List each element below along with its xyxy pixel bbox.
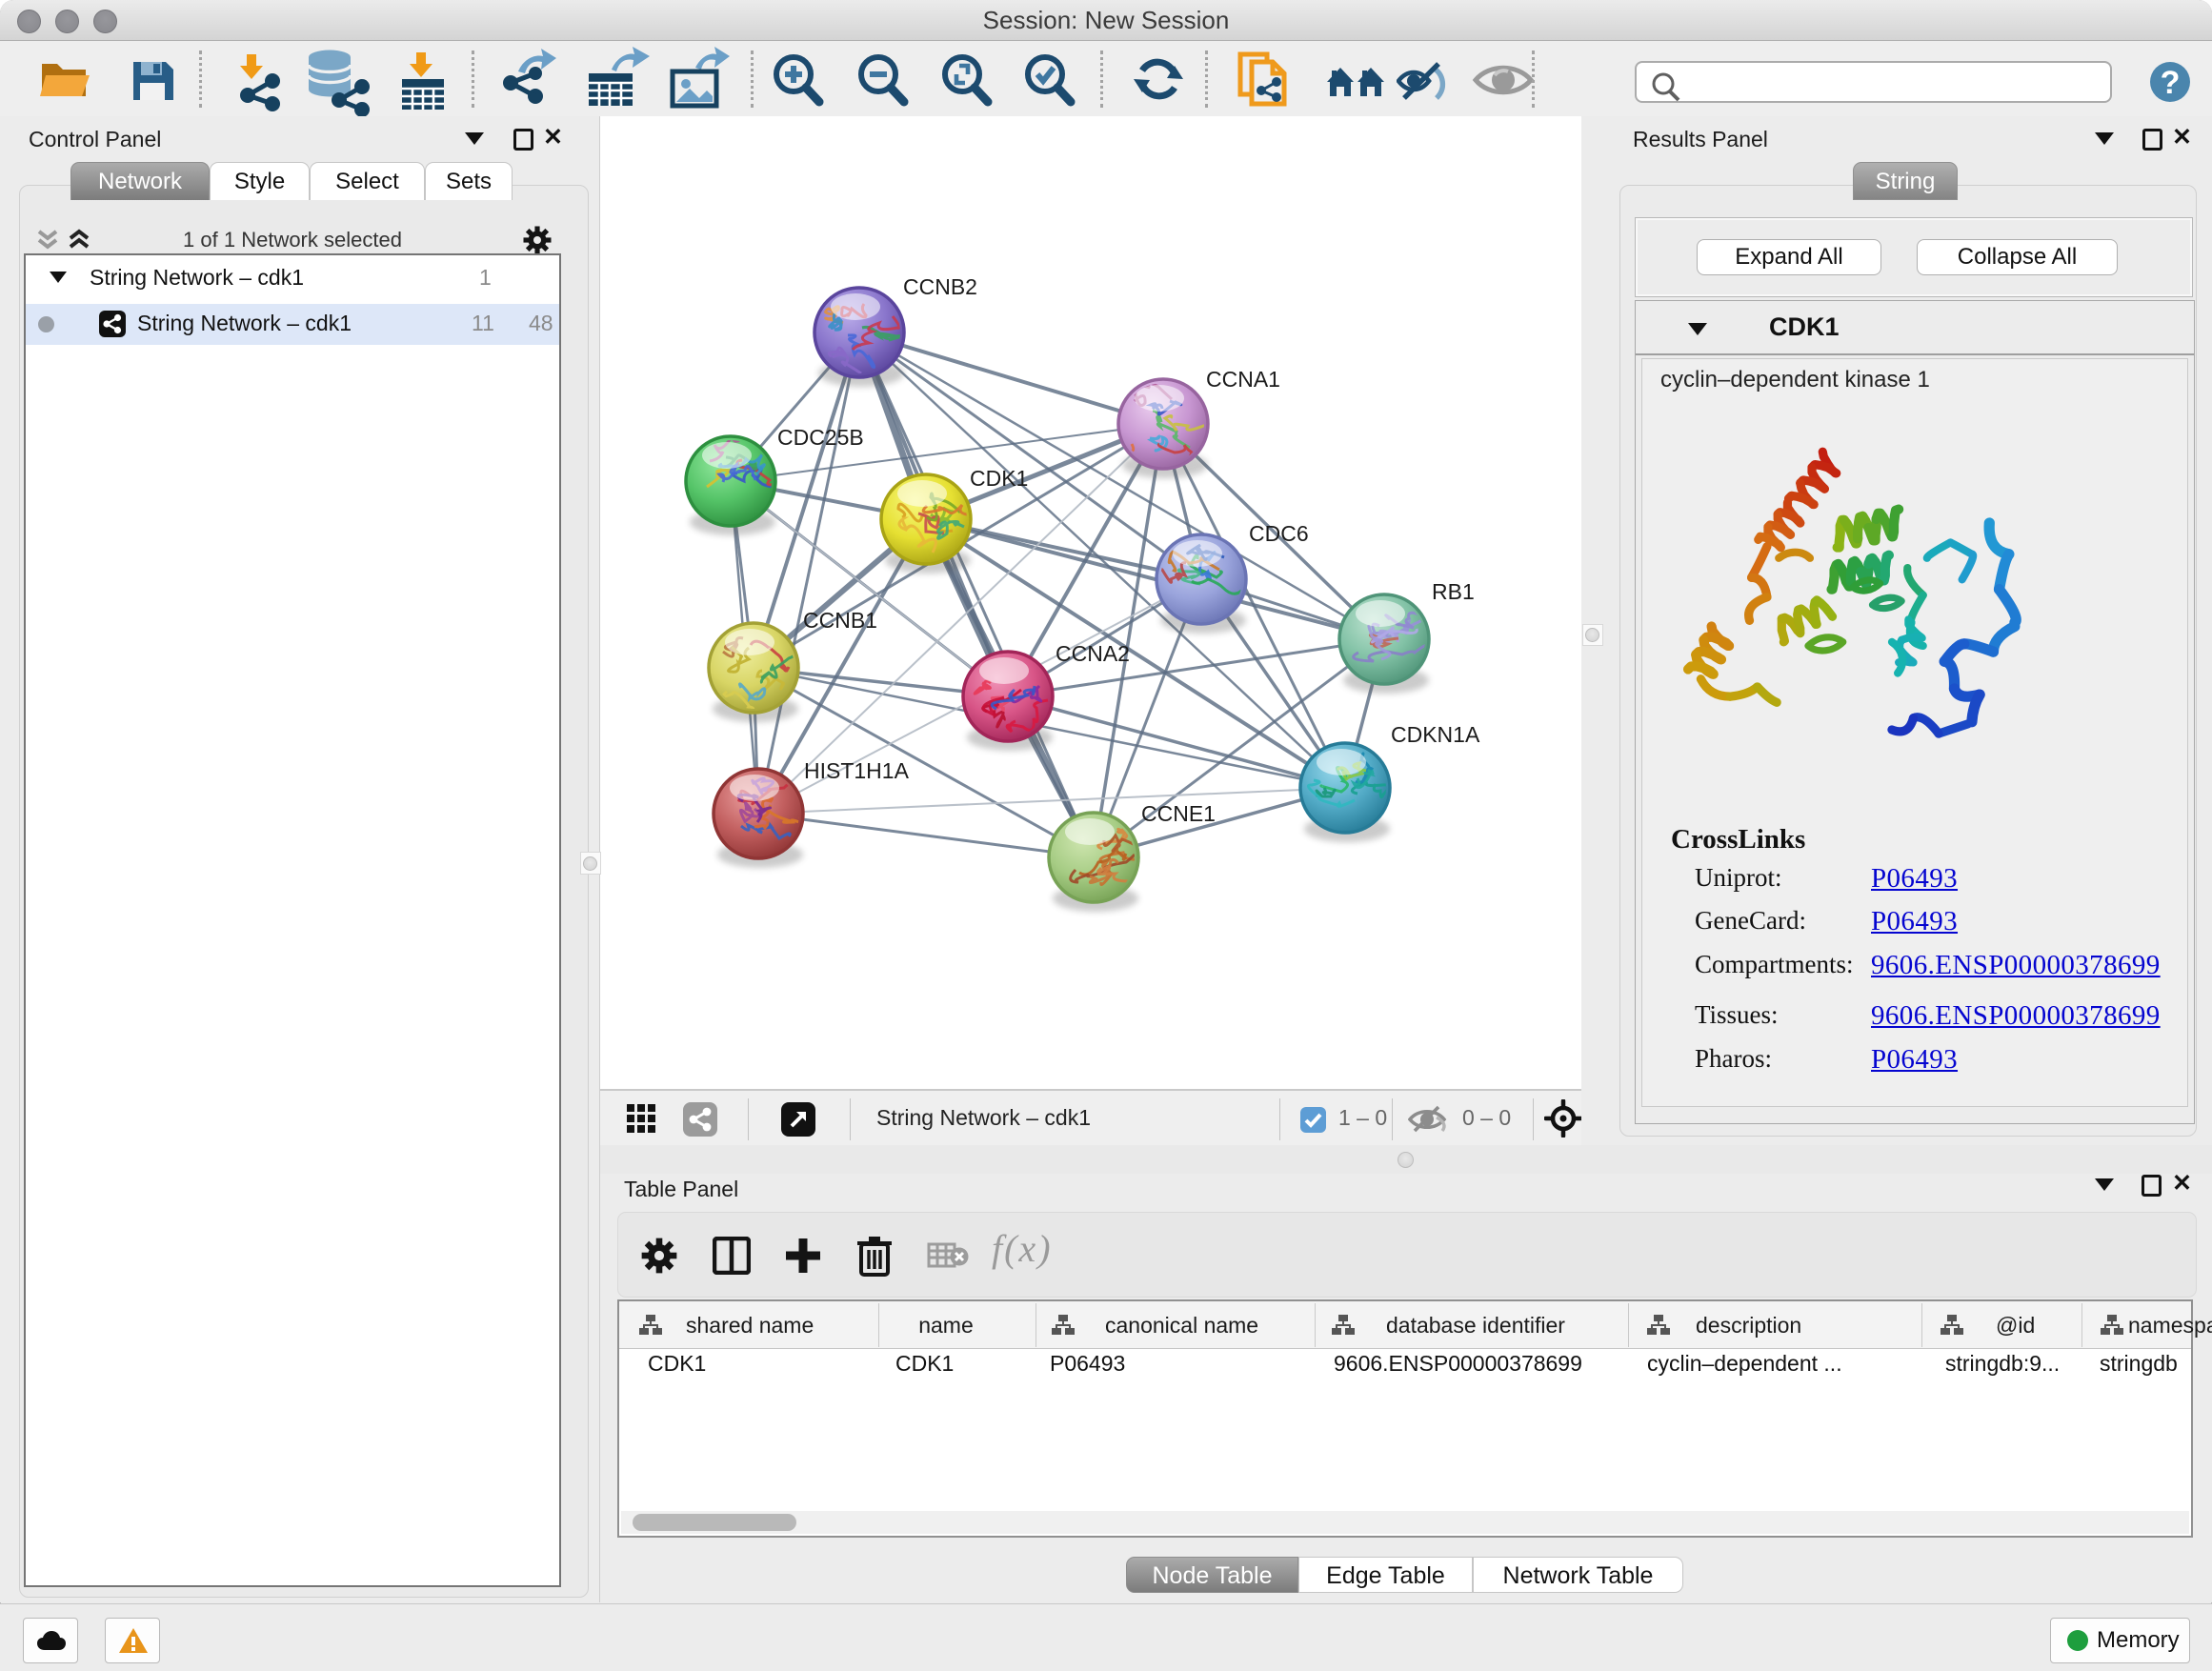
svg-text:CDC6: CDC6 <box>1249 521 1309 546</box>
svg-text:CCNA1: CCNA1 <box>1206 367 1280 392</box>
svg-text:CCNB2: CCNB2 <box>903 274 977 299</box>
svg-text:CCNE1: CCNE1 <box>1141 801 1216 826</box>
svg-text:CCNB1: CCNB1 <box>803 608 877 633</box>
svg-text:RB1: RB1 <box>1432 579 1475 604</box>
svg-text:?: ? <box>2161 65 2181 101</box>
svg-text:CCNA2: CCNA2 <box>1056 641 1130 666</box>
svg-text:HIST1H1A: HIST1H1A <box>804 758 910 783</box>
svg-text:CDK1: CDK1 <box>970 466 1028 491</box>
svg-text:CDKN1A: CDKN1A <box>1391 722 1480 747</box>
svg-text:CDC25B: CDC25B <box>777 425 864 450</box>
